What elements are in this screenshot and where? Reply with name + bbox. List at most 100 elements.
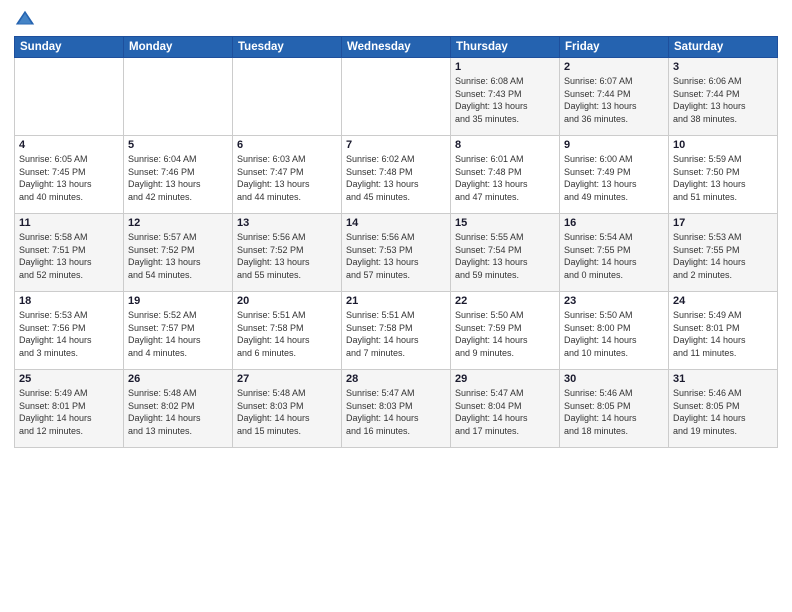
- col-header-wednesday: Wednesday: [342, 37, 451, 58]
- day-info: Sunrise: 5:51 AM Sunset: 7:58 PM Dayligh…: [237, 309, 337, 359]
- day-number: 13: [237, 217, 337, 229]
- col-header-tuesday: Tuesday: [233, 37, 342, 58]
- logo-icon: [14, 8, 36, 30]
- calendar-week-3: 11 Sunrise: 5:58 AM Sunset: 7:51 PM Dayli…: [15, 214, 778, 292]
- header: [14, 10, 778, 30]
- day-info: Sunrise: 5:49 AM Sunset: 8:01 PM Dayligh…: [673, 309, 773, 359]
- calendar-cell: 7Sunrise: 6:02 AM Sunset: 7:48 PM Daylig…: [342, 136, 451, 214]
- col-header-saturday: Saturday: [669, 37, 778, 58]
- calendar-cell: 9 Sunrise: 6:00 AM Sunset: 7:49 PM Daylig…: [560, 136, 669, 214]
- calendar-cell: [15, 58, 124, 136]
- day-info: Sunrise: 6:03 AM Sunset: 7:47 PM Dayligh…: [237, 153, 337, 203]
- logo: [14, 10, 38, 30]
- day-number: 10: [673, 139, 773, 151]
- calendar-cell: 20 Sunrise: 5:51 AM Sunset: 7:58 PM Dayli…: [233, 292, 342, 370]
- day-info: Sunrise: 6:08 AM Sunset: 7:43 PM Dayligh…: [455, 75, 555, 125]
- day-number: 5: [128, 139, 228, 151]
- calendar-cell: 12 Sunrise: 5:57 AM Sunset: 7:52 PM Dayli…: [124, 214, 233, 292]
- day-info: Sunrise: 5:50 AM Sunset: 8:00 PM Dayligh…: [564, 309, 664, 359]
- day-number: 19: [128, 295, 228, 307]
- calendar-cell: 10 Sunrise: 5:59 AM Sunset: 7:50 PM Dayli…: [669, 136, 778, 214]
- day-number: 2: [564, 61, 664, 73]
- day-info: Sunrise: 6:05 AM Sunset: 7:45 PM Dayligh…: [19, 153, 119, 203]
- day-info: Sunrise: 6:04 AM Sunset: 7:46 PM Dayligh…: [128, 153, 228, 203]
- day-number: 18: [19, 295, 119, 307]
- day-number: 12: [128, 217, 228, 229]
- day-number: 16: [564, 217, 664, 229]
- day-info: Sunrise: 5:48 AM Sunset: 8:02 PM Dayligh…: [128, 387, 228, 437]
- day-info: Sunrise: 5:51 AM Sunset: 7:58 PM Dayligh…: [346, 309, 446, 359]
- day-info: Sunrise: 5:54 AM Sunset: 7:55 PM Dayligh…: [564, 231, 664, 281]
- calendar-cell: 25Sunrise: 5:49 AM Sunset: 8:01 PM Dayli…: [15, 370, 124, 448]
- calendar-cell: 19 Sunrise: 5:52 AM Sunset: 7:57 PM Dayli…: [124, 292, 233, 370]
- day-number: 27: [237, 373, 337, 385]
- calendar-cell: [233, 58, 342, 136]
- day-info: Sunrise: 6:07 AM Sunset: 7:44 PM Dayligh…: [564, 75, 664, 125]
- day-info: Sunrise: 6:06 AM Sunset: 7:44 PM Dayligh…: [673, 75, 773, 125]
- calendar-cell: 5 Sunrise: 6:04 AM Sunset: 7:46 PM Daylig…: [124, 136, 233, 214]
- day-number: 3: [673, 61, 773, 73]
- calendar-cell: 23Sunrise: 5:50 AM Sunset: 8:00 PM Dayli…: [560, 292, 669, 370]
- day-info: Sunrise: 5:52 AM Sunset: 7:57 PM Dayligh…: [128, 309, 228, 359]
- col-header-sunday: Sunday: [15, 37, 124, 58]
- page: SundayMondayTuesdayWednesdayThursdayFrid…: [0, 0, 792, 612]
- day-number: 25: [19, 373, 119, 385]
- calendar-cell: [124, 58, 233, 136]
- day-number: 6: [237, 139, 337, 151]
- day-info: Sunrise: 6:01 AM Sunset: 7:48 PM Dayligh…: [455, 153, 555, 203]
- day-info: Sunrise: 5:47 AM Sunset: 8:03 PM Dayligh…: [346, 387, 446, 437]
- calendar-cell: 22Sunrise: 5:50 AM Sunset: 7:59 PM Dayli…: [451, 292, 560, 370]
- day-number: 4: [19, 139, 119, 151]
- calendar-week-1: 1Sunrise: 6:08 AM Sunset: 7:43 PM Daylig…: [15, 58, 778, 136]
- calendar-cell: 28 Sunrise: 5:47 AM Sunset: 8:03 PM Dayli…: [342, 370, 451, 448]
- day-info: Sunrise: 5:46 AM Sunset: 8:05 PM Dayligh…: [673, 387, 773, 437]
- calendar-cell: [342, 58, 451, 136]
- day-info: Sunrise: 5:46 AM Sunset: 8:05 PM Dayligh…: [564, 387, 664, 437]
- day-number: 20: [237, 295, 337, 307]
- day-info: Sunrise: 5:56 AM Sunset: 7:52 PM Dayligh…: [237, 231, 337, 281]
- day-info: Sunrise: 6:02 AM Sunset: 7:48 PM Dayligh…: [346, 153, 446, 203]
- calendar-cell: 16 Sunrise: 5:54 AM Sunset: 7:55 PM Dayli…: [560, 214, 669, 292]
- day-number: 28: [346, 373, 446, 385]
- day-info: Sunrise: 5:57 AM Sunset: 7:52 PM Dayligh…: [128, 231, 228, 281]
- day-info: Sunrise: 6:00 AM Sunset: 7:49 PM Dayligh…: [564, 153, 664, 203]
- day-number: 11: [19, 217, 119, 229]
- calendar-cell: 29Sunrise: 5:47 AM Sunset: 8:04 PM Dayli…: [451, 370, 560, 448]
- calendar-cell: 18 Sunrise: 5:53 AM Sunset: 7:56 PM Dayli…: [15, 292, 124, 370]
- day-number: 30: [564, 373, 664, 385]
- calendar-cell: 6 Sunrise: 6:03 AM Sunset: 7:47 PM Daylig…: [233, 136, 342, 214]
- day-info: Sunrise: 5:53 AM Sunset: 7:55 PM Dayligh…: [673, 231, 773, 281]
- calendar-cell: 15Sunrise: 5:55 AM Sunset: 7:54 PM Dayli…: [451, 214, 560, 292]
- calendar-cell: 1Sunrise: 6:08 AM Sunset: 7:43 PM Daylig…: [451, 58, 560, 136]
- calendar-cell: 4 Sunrise: 6:05 AM Sunset: 7:45 PM Daylig…: [15, 136, 124, 214]
- calendar-cell: 21 Sunrise: 5:51 AM Sunset: 7:58 PM Dayli…: [342, 292, 451, 370]
- calendar-cell: 27 Sunrise: 5:48 AM Sunset: 8:03 PM Dayli…: [233, 370, 342, 448]
- calendar-week-2: 4 Sunrise: 6:05 AM Sunset: 7:45 PM Daylig…: [15, 136, 778, 214]
- day-number: 24: [673, 295, 773, 307]
- day-number: 9: [564, 139, 664, 151]
- day-info: Sunrise: 5:59 AM Sunset: 7:50 PM Dayligh…: [673, 153, 773, 203]
- calendar-cell: 13 Sunrise: 5:56 AM Sunset: 7:52 PM Dayli…: [233, 214, 342, 292]
- col-header-monday: Monday: [124, 37, 233, 58]
- day-number: 26: [128, 373, 228, 385]
- calendar-week-4: 18 Sunrise: 5:53 AM Sunset: 7:56 PM Dayli…: [15, 292, 778, 370]
- calendar-cell: 8 Sunrise: 6:01 AM Sunset: 7:48 PM Daylig…: [451, 136, 560, 214]
- calendar-cell: 24 Sunrise: 5:49 AM Sunset: 8:01 PM Dayli…: [669, 292, 778, 370]
- day-number: 17: [673, 217, 773, 229]
- calendar-cell: 26 Sunrise: 5:48 AM Sunset: 8:02 PM Dayli…: [124, 370, 233, 448]
- day-info: Sunrise: 5:53 AM Sunset: 7:56 PM Dayligh…: [19, 309, 119, 359]
- calendar-table: SundayMondayTuesdayWednesdayThursdayFrid…: [14, 36, 778, 448]
- calendar-cell: 30 Sunrise: 5:46 AM Sunset: 8:05 PM Dayli…: [560, 370, 669, 448]
- day-number: 8: [455, 139, 555, 151]
- day-number: 15: [455, 217, 555, 229]
- calendar-cell: 11 Sunrise: 5:58 AM Sunset: 7:51 PM Dayli…: [15, 214, 124, 292]
- calendar-cell: 17 Sunrise: 5:53 AM Sunset: 7:55 PM Dayli…: [669, 214, 778, 292]
- day-number: 21: [346, 295, 446, 307]
- calendar-cell: 31Sunrise: 5:46 AM Sunset: 8:05 PM Dayli…: [669, 370, 778, 448]
- day-number: 22: [455, 295, 555, 307]
- day-info: Sunrise: 5:58 AM Sunset: 7:51 PM Dayligh…: [19, 231, 119, 281]
- day-number: 14: [346, 217, 446, 229]
- calendar-cell: 2 Sunrise: 6:07 AM Sunset: 7:44 PM Daylig…: [560, 58, 669, 136]
- calendar-cell: 14Sunrise: 5:56 AM Sunset: 7:53 PM Dayli…: [342, 214, 451, 292]
- day-info: Sunrise: 5:48 AM Sunset: 8:03 PM Dayligh…: [237, 387, 337, 437]
